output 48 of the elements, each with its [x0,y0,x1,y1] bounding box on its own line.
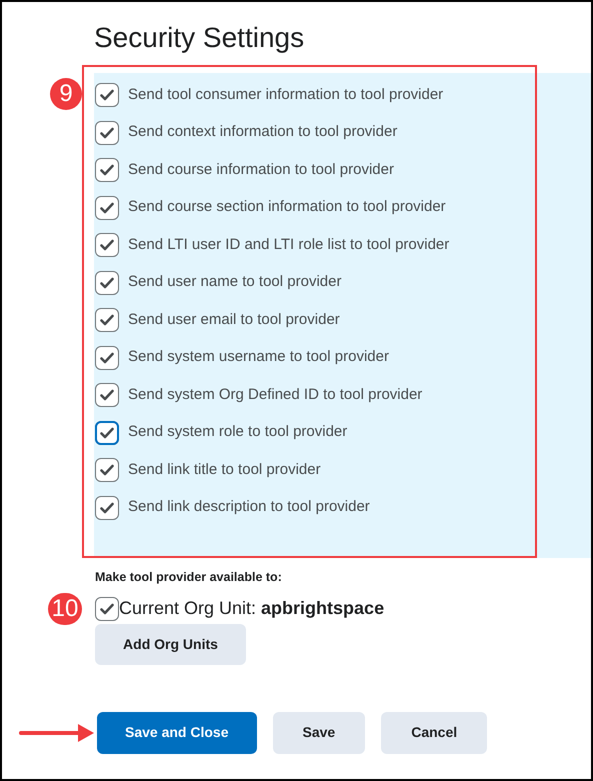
option-label: Send course information to tool provider [128,160,394,180]
option-label: Send link description to tool provider [128,497,370,518]
check-icon [100,502,114,514]
option-label: Send user name to tool provider [128,272,342,292]
page-title: Security Settings [94,21,306,55]
secondary-button[interactable]: Cancel [381,712,488,754]
option-label: Send context information to tool provider [128,122,398,142]
check-icon [100,239,114,251]
checkbox[interactable] [95,496,119,520]
check-icon [100,426,114,438]
option-label: Send system role to tool provider [128,422,348,442]
callout-badge: 9 [50,78,82,110]
add-org-units-button[interactable]: Add Org Units [95,624,246,665]
checkbox[interactable] [95,458,119,482]
checkbox[interactable] [95,420,119,444]
check-icon [100,126,114,138]
check-icon [100,352,114,364]
checkbox[interactable] [95,158,119,182]
checkbox[interactable] [95,120,119,144]
option-label: Send user email to tool provider [128,310,340,330]
section-label: Make tool provider available to: [95,569,283,586]
primary-button[interactable]: Save and Close [97,712,256,754]
check-icon [100,276,114,288]
arrow-icon [18,722,95,743]
checkbox[interactable] [95,346,119,370]
org-unit-label: Current Org Unit: apbrightspace [119,597,384,620]
checkbox[interactable] [95,233,119,257]
option-label: Send system username to tool provider [128,347,389,368]
callout-badge: 10 [48,592,82,625]
check-icon [100,164,114,176]
checkbox[interactable] [95,596,119,621]
checkbox[interactable] [95,308,119,332]
check-icon [100,602,114,615]
checkbox[interactable] [95,83,119,107]
option-label: Send system Org Defined ID to tool provider [128,384,422,405]
check-icon [100,464,114,476]
check-icon [100,314,114,326]
checkbox[interactable] [95,270,119,294]
check-icon [100,202,114,214]
option-label: Send link title to tool provider [128,460,321,480]
option-label: Send LTI user ID and LTI role list to tool provider [128,234,450,255]
check-icon [100,89,114,101]
option-label: Send tool consumer information to tool provider [128,84,444,105]
option-label: Send course section information to tool provider [128,197,446,218]
checkbox[interactable] [95,383,119,407]
check-icon [100,389,114,401]
checkbox[interactable] [95,196,119,220]
secondary-button[interactable]: Save [272,712,366,754]
